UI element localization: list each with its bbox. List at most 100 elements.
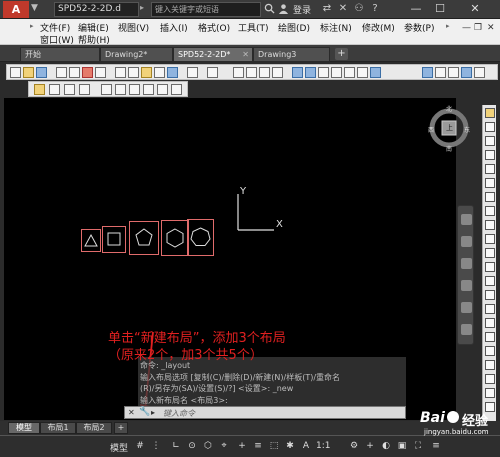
dim-aligned-icon[interactable]: [435, 67, 446, 78]
lengthen-icon[interactable]: [485, 346, 495, 356]
chamfer-icon[interactable]: [485, 290, 495, 300]
hardware-acceleration-icon[interactable]: ▣: [396, 440, 408, 452]
object-snap-icon[interactable]: ⌖: [218, 440, 230, 452]
zoom-realtime-icon[interactable]: [246, 67, 257, 78]
markup-icon[interactable]: [344, 67, 355, 78]
maximize-button[interactable]: ☐: [428, 0, 452, 18]
menu-insert[interactable]: 插入(I): [160, 21, 188, 34]
hexagon-shape[interactable]: [161, 220, 189, 256]
nav-settings-icon[interactable]: [461, 324, 472, 335]
publish-icon[interactable]: [82, 67, 93, 78]
new-tab-button[interactable]: +: [335, 48, 348, 60]
plot-icon[interactable]: [95, 67, 106, 78]
print-icon[interactable]: [56, 67, 67, 78]
design-center-icon[interactable]: [305, 67, 316, 78]
continuous-orbit-icon[interactable]: [157, 84, 168, 95]
dim-arc-icon[interactable]: [448, 67, 459, 78]
menu-minimize-button[interactable]: —: [462, 23, 471, 33]
user-icon[interactable]: [278, 3, 289, 14]
join-icon[interactable]: [485, 276, 495, 286]
fillet-icon[interactable]: [485, 304, 495, 314]
orbit-nav-icon[interactable]: [461, 280, 472, 291]
trim-icon[interactable]: [485, 234, 495, 244]
overkill-icon[interactable]: [485, 388, 495, 398]
new-icon[interactable]: [10, 67, 21, 78]
compass-north[interactable]: 北: [446, 104, 452, 113]
model-space-button[interactable]: 模型: [110, 441, 128, 454]
x-app-icon[interactable]: ✕: [336, 2, 350, 16]
viewcube-face-top[interactable]: 上: [446, 123, 453, 133]
scale-icon[interactable]: [485, 206, 495, 216]
view-icon[interactable]: [101, 84, 112, 95]
explode-icon[interactable]: [485, 332, 495, 342]
blend-icon[interactable]: [485, 318, 495, 328]
menu-modify[interactable]: 修改(M): [362, 21, 395, 34]
title-expand-icon[interactable]: ▸: [140, 3, 144, 12]
square-shape[interactable]: [102, 226, 126, 253]
free-orbit-icon[interactable]: [143, 84, 154, 95]
preview-icon[interactable]: [69, 67, 80, 78]
steering-wheel-icon[interactable]: [461, 214, 472, 225]
compass-west[interactable]: 西: [428, 125, 434, 134]
zoom-previous-icon[interactable]: [272, 67, 283, 78]
array-icon[interactable]: [485, 164, 495, 174]
close-button[interactable]: ✕: [452, 0, 498, 18]
erase-icon[interactable]: [485, 108, 495, 118]
tab-spd52[interactable]: SPD52-2-2D* ✕: [173, 47, 253, 62]
close-icon[interactable]: ✕: [242, 48, 249, 61]
polar-icon[interactable]: ⊙: [186, 440, 198, 452]
pan-icon[interactable]: [233, 67, 244, 78]
wrench-icon[interactable]: 🔧: [139, 407, 150, 417]
app-logo[interactable]: A: [3, 1, 29, 18]
align-icon[interactable]: [485, 360, 495, 370]
pan-nav-icon[interactable]: [461, 236, 472, 247]
menu-format[interactable]: 格式(O): [198, 21, 230, 34]
rotate-icon[interactable]: [485, 192, 495, 202]
sheet-set-icon[interactable]: [331, 67, 342, 78]
menu-draw[interactable]: 绘图(D): [278, 21, 310, 34]
showmotion-icon[interactable]: [461, 302, 472, 313]
annotation-visibility-icon[interactable]: ✱: [284, 440, 296, 452]
lineweight-icon[interactable]: ≡: [252, 440, 264, 452]
menu-dimension[interactable]: 标注(N): [320, 21, 352, 34]
app-menu-arrow-icon[interactable]: ▼: [31, 3, 38, 13]
menu-parameter[interactable]: 参数(P): [404, 21, 434, 34]
cut-icon[interactable]: [115, 67, 126, 78]
reverse-icon[interactable]: [485, 374, 495, 384]
named-view-icon[interactable]: [115, 84, 126, 95]
selection-cycling-icon[interactable]: ⬚: [268, 440, 280, 452]
minimize-button[interactable]: —: [404, 0, 428, 18]
block-icon[interactable]: [167, 67, 178, 78]
match-icon[interactable]: [154, 67, 165, 78]
new-layout-button[interactable]: +: [114, 422, 128, 434]
tab-drawing3[interactable]: Drawing3: [253, 47, 330, 62]
extend-icon[interactable]: [485, 248, 495, 258]
isolate-icon[interactable]: ◐: [380, 440, 392, 452]
camera-icon[interactable]: [171, 84, 182, 95]
scale-selector[interactable]: 1:1: [316, 441, 330, 451]
exchange-icon[interactable]: ⇄: [320, 2, 334, 16]
layer-previous-icon[interactable]: [64, 84, 75, 95]
menu-tools[interactable]: 工具(T): [238, 21, 269, 34]
triangle-shape[interactable]: [81, 229, 101, 252]
calculator-icon[interactable]: [357, 67, 368, 78]
customize-icon[interactable]: ≡: [430, 440, 442, 452]
clean-screen-icon[interactable]: ⛶: [412, 440, 424, 452]
connect-icon[interactable]: ⚇: [352, 2, 366, 16]
mirror-icon[interactable]: [485, 136, 495, 146]
recent-commands-icon[interactable]: ▸: [151, 408, 155, 417]
layer-icon[interactable]: [34, 84, 45, 95]
dim-radius-icon[interactable]: [461, 67, 472, 78]
break-icon[interactable]: [485, 262, 495, 272]
tab-drawing2[interactable]: Drawing2*: [100, 47, 173, 62]
heptagon-shape[interactable]: [187, 219, 214, 256]
layer-state-icon[interactable]: [49, 84, 60, 95]
orbit-icon[interactable]: [129, 84, 140, 95]
menu-view[interactable]: 视图(V): [118, 21, 149, 34]
dim-angular-icon[interactable]: [474, 67, 485, 78]
undo-icon[interactable]: [187, 67, 198, 78]
annotation-monitor-icon[interactable]: +: [236, 440, 248, 452]
login-link[interactable]: 登录: [293, 3, 311, 16]
snap-icon[interactable]: ⋮: [150, 440, 162, 452]
close-command-icon[interactable]: ✕: [128, 408, 135, 417]
